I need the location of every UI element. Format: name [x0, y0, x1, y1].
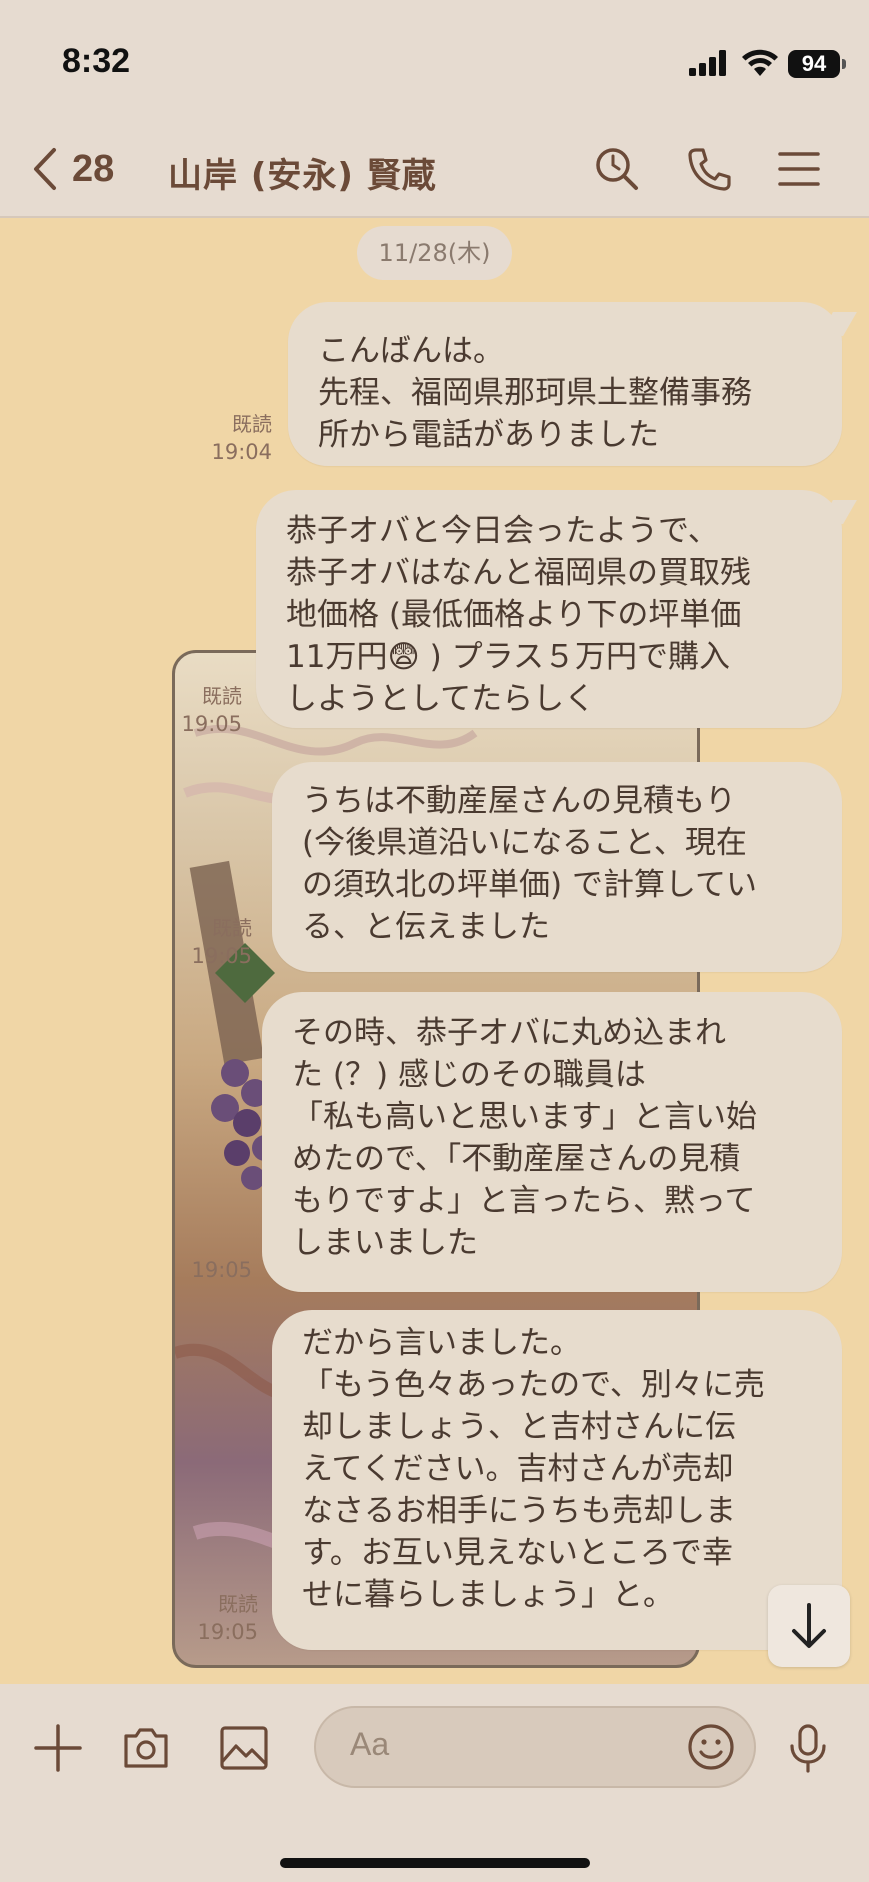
message-line: 恭子オバと今日会ったようで、 [286, 513, 719, 549]
message-line: 地価格 (最低価格より下の坪単価 [286, 597, 742, 633]
chevron-left-icon [34, 148, 56, 190]
message-line: す。お互い見えないところで幸 [302, 1535, 733, 1571]
message-line: えてください。吉村さんが売却 [302, 1451, 734, 1487]
message-placeholder: Aa [350, 1726, 390, 1762]
message-line: もりですよ」と言ったら、黙って [292, 1183, 756, 1219]
signal-icon [689, 50, 726, 76]
read-receipt: 既読 [232, 412, 272, 436]
message-line: こんばんは。 [318, 333, 504, 369]
message-meta: 既読 19:05 [186, 1590, 258, 1646]
message-time: 19:05 [191, 1258, 252, 1282]
message-line: る、と伝えました [302, 909, 550, 945]
emoji-icon[interactable] [686, 1722, 736, 1772]
message-time: 19:05 [181, 712, 242, 736]
chat-header: 28 山岸 (安永) 賢蔵 [0, 120, 869, 218]
message-meta: 19:05 [180, 1256, 252, 1284]
message-line: しまいました [292, 1225, 478, 1261]
message-line: しようとしてたらしく [286, 681, 596, 717]
message-time: 19:05 [191, 944, 252, 968]
wifi-icon [742, 49, 778, 76]
message-line: 先程、福岡県那珂県土整備事務 [318, 375, 752, 411]
message-line: (今後県道沿いになること、現在 [302, 825, 747, 861]
message-meta: 既読 19:05 [180, 914, 252, 970]
scroll-to-bottom-button[interactable] [768, 1585, 850, 1667]
back-button[interactable]: 28 [30, 144, 130, 194]
search-icon[interactable] [594, 146, 640, 192]
status-bar: 8:32 94 [0, 0, 869, 120]
message-line: せに暮らしましょう」と。 [302, 1577, 674, 1613]
message-line: 「私も高いと思います」と言い始 [292, 1099, 757, 1135]
message-bubble[interactable]: だから言いました。 「もう色々あったので、別々に売 却しましょう、と吉村さんに伝… [272, 1310, 842, 1650]
message-line: 却しましょう、と吉村さんに伝 [302, 1409, 736, 1445]
message-meta: 既読 19:05 [170, 682, 242, 738]
input-bar: Aa [0, 1684, 869, 1882]
message-bubble[interactable]: その時、恭子オバに丸め込まれ た (？) 感じのその職員は 「私も高いと思います… [262, 992, 842, 1292]
read-receipt: 既読 [202, 684, 242, 708]
message-line: だから言いました。 [302, 1325, 581, 1361]
chat-title: 山岸 (安永) 賢蔵 [168, 156, 437, 196]
message-line: の須玖北の坪単価) で計算してい [302, 867, 758, 903]
camera-icon[interactable] [120, 1722, 172, 1774]
message-line: うちは不動産屋さんの見積もり [302, 783, 736, 819]
menu-icon[interactable] [776, 146, 822, 192]
message-line: 11万円😨 ) プラス５万円で購入 [286, 639, 730, 675]
message-line: その時、恭子オバに丸め込まれ [292, 1015, 726, 1051]
message-line: めたので、「不動産屋さんの見積 [292, 1141, 741, 1177]
home-indicator [280, 1858, 590, 1868]
unread-count: 28 [72, 148, 115, 190]
message-input[interactable]: Aa [314, 1706, 756, 1788]
date-separator: 11/28(木) [357, 226, 512, 280]
microphone-icon[interactable] [782, 1722, 834, 1774]
plus-icon[interactable] [32, 1722, 84, 1774]
message-bubble[interactable]: こんばんは。 先程、福岡県那珂県土整備事務 所から電話がありました [288, 302, 842, 466]
message-meta: 既読 19:04 [200, 410, 272, 466]
image-icon[interactable] [218, 1722, 270, 1774]
phone-icon[interactable] [686, 146, 732, 192]
status-time: 8:32 [62, 42, 131, 80]
message-line: 所から電話がありました [318, 417, 659, 453]
message-bubble[interactable]: 恭子オバと今日会ったようで、 恭子オバはなんと福岡県の買取残 地価格 (最低価格… [256, 490, 842, 728]
message-time: 19:04 [211, 440, 272, 464]
message-time: 19:05 [197, 1620, 258, 1644]
message-line: 恭子オバはなんと福岡県の買取残 [286, 555, 751, 591]
message-line: 「もう色々あったので、別々に売 [302, 1367, 765, 1403]
read-receipt: 既読 [218, 1592, 258, 1616]
arrow-down-icon [792, 1603, 826, 1648]
battery-indicator: 94 [788, 50, 846, 78]
chat-area[interactable]: 11/28(木) 既読 19:04 こんばんは。 先程、福岡県那珂県土整備事務 … [0, 218, 869, 1684]
message-line: た (？) 感じのその職員は [292, 1057, 646, 1093]
read-receipt: 既読 [212, 916, 252, 940]
message-bubble[interactable]: うちは不動産屋さんの見積もり (今後県道沿いになること、現在 の須玖北の坪単価)… [272, 762, 842, 972]
message-line: なさるお相手にうちも売却しま [302, 1493, 736, 1529]
